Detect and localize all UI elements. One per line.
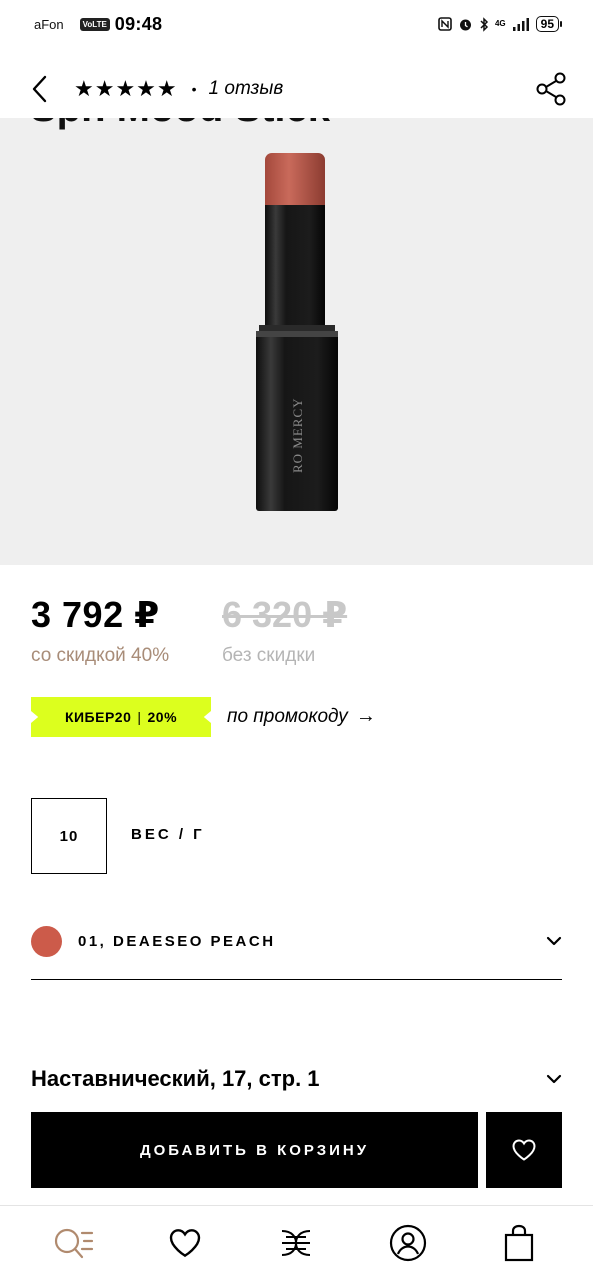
back-button[interactable]	[26, 74, 52, 104]
carrier-name: aFon	[34, 16, 64, 32]
promo-link-label: по промокоду	[227, 705, 348, 727]
lipstick-image: RO MERCY	[256, 153, 338, 511]
chevron-down-icon	[546, 1074, 562, 1084]
favorites-icon	[169, 1229, 201, 1258]
old-price: 6 320 ₽	[222, 594, 348, 635]
reviews-count-link[interactable]: 1 отзыв	[209, 78, 284, 100]
rating-separator: •	[191, 81, 197, 97]
arrow-right-icon: →	[355, 705, 376, 727]
profile-icon	[389, 1224, 426, 1262]
product-header: ★★★★★ • 1 отзыв	[0, 60, 593, 118]
share-button[interactable]	[535, 72, 567, 106]
promo-link[interactable]: по промокоду →	[227, 705, 376, 728]
status-bar: aFon VoLTE 09:48 4G 95	[0, 0, 593, 48]
cart-icon	[505, 1224, 534, 1262]
weight-label: ВЕС / Г	[131, 826, 205, 843]
promo-code-tag[interactable]: КИБЕР20 | 20%	[31, 697, 211, 737]
alarm-icon	[459, 19, 471, 30]
no-discount-label: без скидки	[222, 645, 316, 666]
promo-percent: 20%	[147, 709, 178, 725]
nav-home[interactable]	[272, 1219, 320, 1267]
heart-icon	[512, 1139, 536, 1161]
back-arrow-icon	[32, 75, 47, 103]
product-title: Sph Mood Stick	[30, 118, 330, 131]
shade-name: 01, DEAESEO PEACH	[78, 933, 276, 950]
store-selector[interactable]: Наставнический, 17, стр. 1	[31, 1062, 562, 1096]
current-price: 3 792 ₽	[31, 594, 160, 635]
battery-level: 95	[535, 16, 563, 32]
search-catalog-icon	[54, 1228, 93, 1259]
network-type: 4G	[494, 19, 506, 28]
promo-separator: |	[137, 709, 142, 725]
nav-cart[interactable]	[495, 1219, 543, 1267]
shade-selector[interactable]: 01, DEAESEO PEACH	[31, 922, 562, 980]
discount-label: со скидкой 40%	[31, 645, 170, 666]
nav-favorites[interactable]	[161, 1219, 209, 1267]
nav-profile[interactable]	[384, 1219, 432, 1267]
store-address: Наставнический, 17, стр. 1	[31, 1066, 320, 1091]
bluetooth-icon	[480, 16, 489, 32]
brand-logo: RO MERCY	[290, 397, 305, 473]
status-time: 09:48	[114, 13, 163, 34]
nav-search-catalog[interactable]	[50, 1219, 98, 1267]
status-icons: 4G 95	[438, 16, 563, 32]
share-icon	[536, 72, 566, 106]
product-image-area[interactable]: Sph Mood Stick RO MERCY	[0, 118, 593, 565]
volte-icon: VoLTE	[79, 17, 110, 31]
weight-option[interactable]: 10	[31, 798, 107, 874]
chevron-down-icon	[546, 936, 562, 946]
add-to-favorites-button[interactable]	[486, 1112, 562, 1188]
promo-code: КИБЕР20	[64, 709, 132, 725]
add-to-cart-button[interactable]: ДОБАВИТЬ В КОРЗИНУ	[31, 1112, 478, 1188]
rating-stars: ★★★★★	[74, 76, 178, 101]
home-logo-icon	[282, 1230, 311, 1256]
nfc-icon	[438, 17, 452, 31]
shade-swatch	[31, 926, 62, 957]
signal-icon	[512, 18, 529, 31]
bottom-navigation	[0, 1205, 593, 1280]
